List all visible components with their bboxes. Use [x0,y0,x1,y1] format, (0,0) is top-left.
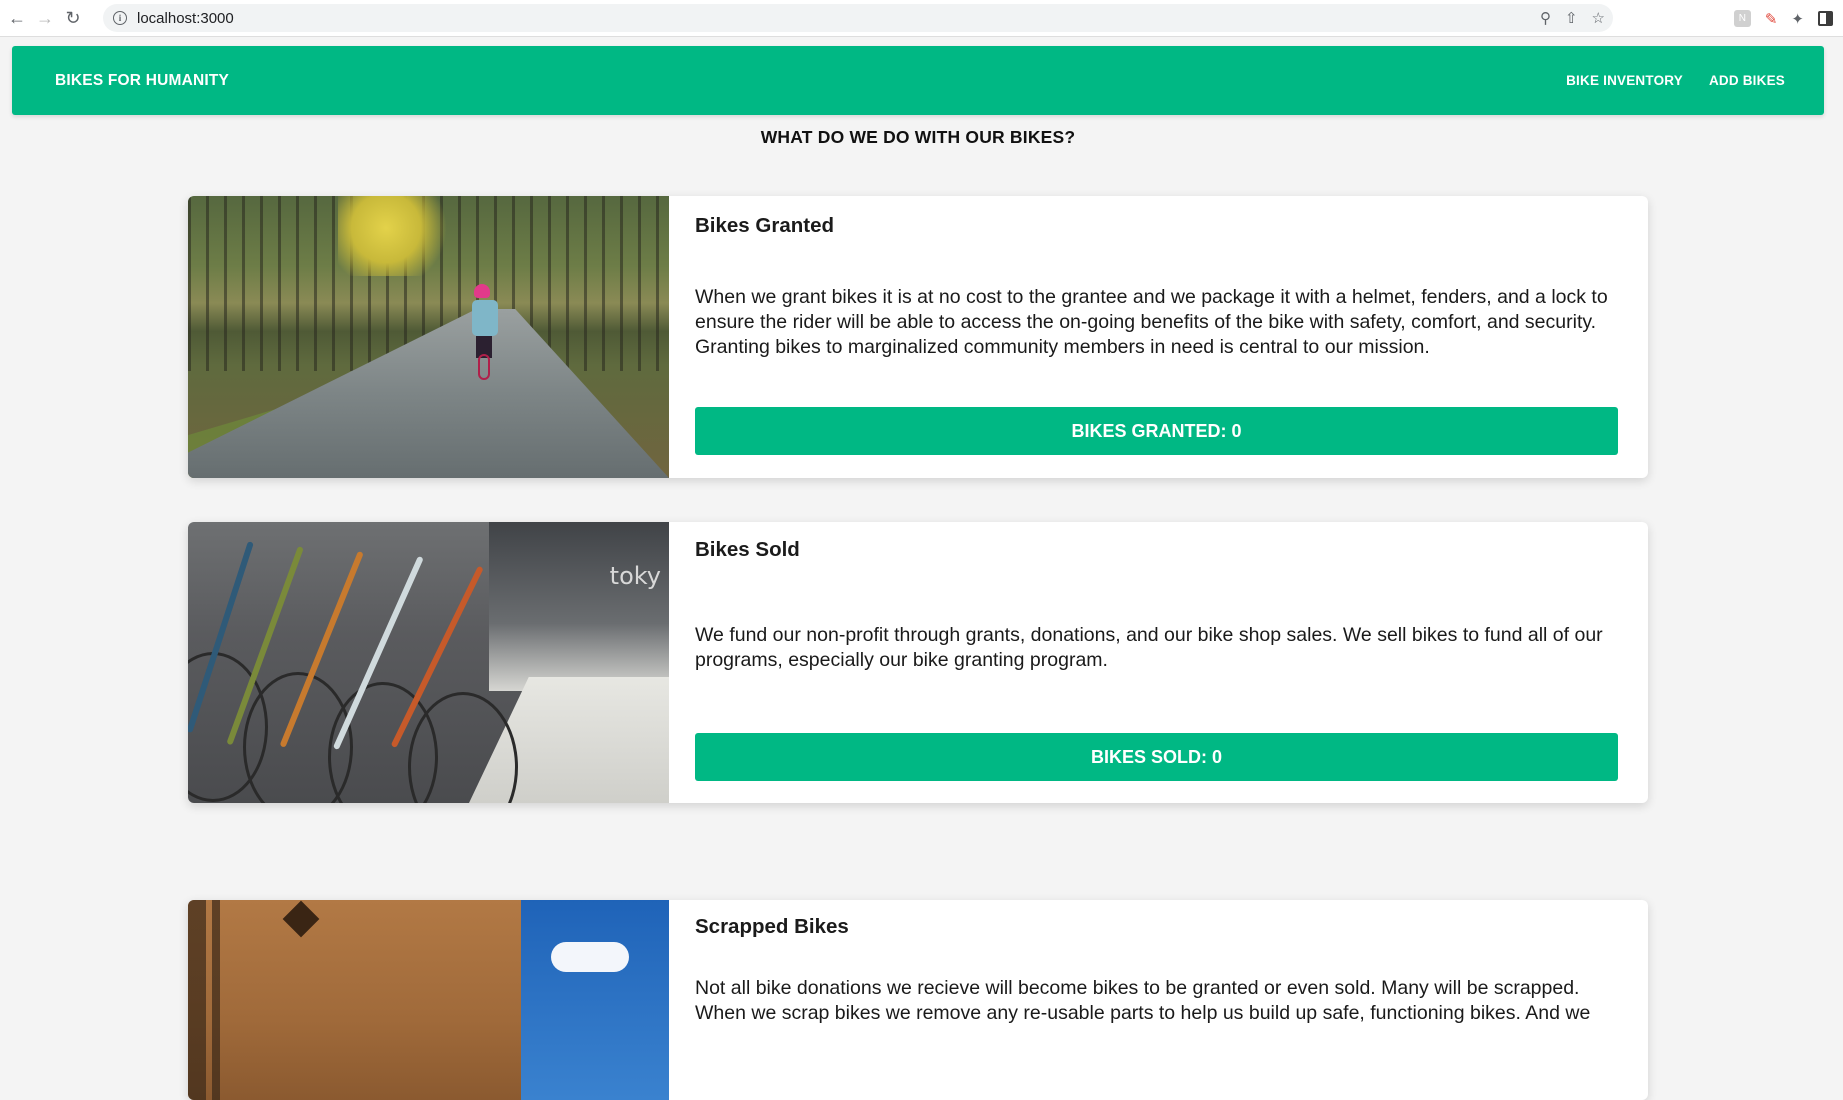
card-body: Scrapped Bikes Not all bike donations we… [669,900,1648,1100]
main-nav: BIKE INVENTORY ADD BIKES [1566,73,1785,88]
side-panel-icon[interactable] [1818,11,1833,26]
card-description: We fund our non-profit through grants, d… [695,624,1603,671]
browser-toolbar: ← → ↻ i localhost:3000 ⚲ ⇧ ☆ N ✎ ✦ [0,0,1843,37]
card-bikes-sold: toky Bikes Sold We fund our non-profit t… [188,522,1648,803]
zoom-icon[interactable]: ⚲ [1540,9,1551,27]
nav-bike-inventory[interactable]: BIKE INVENTORY [1566,73,1683,88]
brand-link[interactable]: BIKES FOR HUMANITY [55,72,229,90]
card-title: Bikes Sold [695,538,800,561]
url-text[interactable]: localhost:3000 [137,10,234,27]
bikes-sold-button[interactable]: BIKES SOLD: 0 [695,733,1618,781]
card-description: When we grant bikes it is at no cost to … [695,286,1608,358]
pen-extension-icon[interactable]: ✎ [1765,10,1778,28]
forward-arrow-icon[interactable]: → [34,7,56,29]
child-riding-bike-image [188,196,669,478]
reload-icon[interactable]: ↻ [62,7,84,29]
card-body: Bikes Granted When we grant bikes it is … [669,196,1648,478]
site-header: BIKES FOR HUMANITY BIKE INVENTORY ADD BI… [12,46,1824,115]
site-info-icon[interactable]: i [113,11,127,25]
card-body: Bikes Sold We fund our non-profit throug… [669,522,1648,803]
card-title: Bikes Granted [695,214,834,237]
puzzle-extensions-icon[interactable]: ✦ [1791,10,1804,28]
address-bar[interactable]: i localhost:3000 ⚲ ⇧ ☆ [103,4,1613,32]
bikes-in-shop-image: toky [188,522,669,803]
bookmark-star-icon[interactable]: ☆ [1592,9,1605,27]
card-title: Scrapped Bikes [695,915,849,938]
page-heading: WHAT DO WE DO WITH OUR BIKES? [760,127,1076,147]
bikes-granted-button[interactable]: BIKES GRANTED: 0 [695,407,1618,455]
card-scrapped-bikes: Scrapped Bikes Not all bike donations we… [188,900,1648,1100]
nav-add-bikes[interactable]: ADD BIKES [1709,73,1785,88]
card-description: Not all bike donations we recieve will b… [695,977,1591,1024]
card-bikes-granted: Bikes Granted When we grant bikes it is … [188,196,1648,478]
extension-icon[interactable]: N [1733,10,1751,27]
back-arrow-icon[interactable]: ← [6,7,28,29]
scrapped-bike-image [188,900,669,1100]
share-icon[interactable]: ⇧ [1565,9,1578,27]
